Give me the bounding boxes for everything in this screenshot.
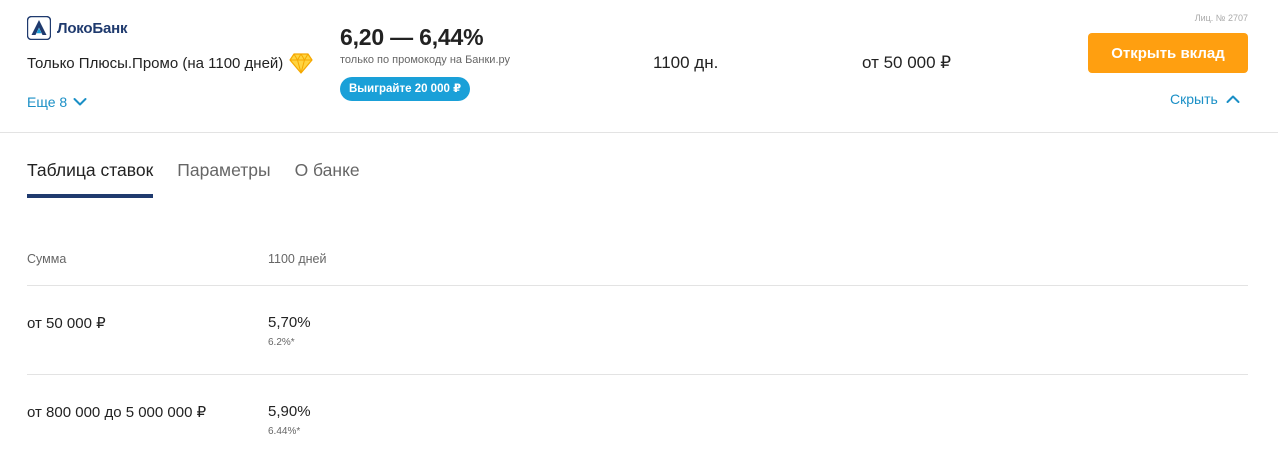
deposit-offer-page: ЛокоБанк Только Плюсы.Промо (на 1100 дне… — [0, 0, 1278, 462]
tab-parameters[interactable]: Параметры — [177, 160, 270, 198]
license-number: Лиц. № 2707 — [1194, 13, 1248, 23]
chevron-up-icon — [1226, 95, 1240, 103]
hide-details-toggle[interactable]: Скрыть — [1170, 91, 1240, 107]
hide-details-label: Скрыть — [1170, 91, 1218, 107]
details-tabs: Таблица ставок Параметры О банке — [27, 160, 360, 198]
minimum-sum: от 50 000 ₽ — [862, 53, 952, 72]
rate-note: только по промокоду на Банки.ру — [340, 54, 511, 66]
row-promo-rate: 6.2%* — [268, 337, 295, 348]
product-name: Только Плюсы.Промо (на 1100 дней) — [27, 54, 284, 72]
more-offers-toggle[interactable]: Еще 8 — [27, 94, 87, 110]
open-deposit-button[interactable]: Открыть вклад — [1088, 33, 1248, 73]
table-header: Сумма 1100 дней — [27, 240, 1248, 286]
chevron-down-icon — [73, 98, 87, 106]
deposit-card: ЛокоБанк Только Плюсы.Промо (на 1100 дне… — [0, 0, 1278, 133]
column-header-term: 1100 дней — [268, 252, 327, 266]
promo-badge[interactable]: Выиграйте 20 000 ₽ — [340, 77, 471, 101]
row-amount: от 50 000 ₽ — [27, 315, 106, 332]
product-title[interactable]: Только Плюсы.Промо (на 1100 дней) — [27, 52, 313, 74]
lokobank-logo-icon — [27, 16, 51, 40]
more-offers-label: Еще 8 — [27, 94, 68, 110]
deposit-term: 1100 дн. — [653, 53, 719, 72]
table-row: от 50 000 ₽ 5,70% 6.2%* — [27, 286, 1248, 375]
diamond-icon — [289, 53, 313, 74]
bank-name: ЛокоБанк — [57, 19, 128, 37]
row-amount: от 800 000 до 5 000 000 ₽ — [27, 404, 207, 421]
table-row: от 800 000 до 5 000 000 ₽ 5,90% 6.44%* — [27, 375, 1248, 462]
tab-rates-table[interactable]: Таблица ставок — [27, 160, 154, 198]
row-promo-rate: 6.44%* — [268, 426, 301, 437]
row-rate: 5,90% — [268, 403, 311, 420]
tab-about-bank[interactable]: О банке — [295, 160, 360, 198]
column-header-amount: Сумма — [27, 252, 67, 266]
interest-rate: 6,20 — 6,44% — [340, 24, 484, 50]
row-rate: 5,70% — [268, 314, 311, 331]
rates-table: Сумма 1100 дней от 50 000 ₽ 5,70% 6.2%* … — [27, 240, 1248, 462]
bank-link[interactable]: ЛокоБанк — [27, 16, 127, 40]
